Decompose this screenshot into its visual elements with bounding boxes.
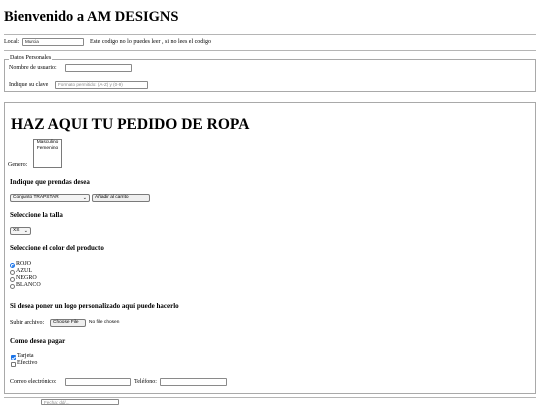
page-title: Bienvenido a AM DESIGNS bbox=[4, 9, 179, 25]
no-file-text: No file chosen bbox=[89, 320, 120, 325]
personal-data-legend: Datos Personales bbox=[9, 55, 53, 61]
color-radio-negro[interactable] bbox=[10, 277, 15, 282]
color-heading: Seleccione el color del producto bbox=[10, 244, 104, 252]
add-to-cart-button[interactable]: Añadir al carrito bbox=[92, 194, 150, 202]
order-title: HAZ AQUI TU PEDIDO DE ROPA bbox=[11, 116, 250, 133]
size-select-value: XS bbox=[13, 228, 20, 233]
phone-input[interactable] bbox=[160, 378, 227, 386]
color-label-negro: NEGRO bbox=[16, 275, 37, 281]
date-input[interactable]: Fecha: dd/... bbox=[41, 399, 119, 405]
size-heading: Seleccione la talla bbox=[10, 211, 63, 219]
username-label: Nombre de usuario: bbox=[9, 65, 57, 71]
local-note: Este codigo no lo puedes leer , si no le… bbox=[90, 39, 211, 45]
gender-option-female[interactable]: Femenino bbox=[34, 146, 61, 152]
chevron-down-icon: ⌄ bbox=[82, 195, 87, 201]
footer-divider bbox=[4, 397, 536, 398]
local-label: Local: bbox=[4, 39, 20, 45]
payment-heading: Como desea pagar bbox=[10, 337, 66, 345]
email-input[interactable] bbox=[65, 378, 131, 386]
gender-label: Genero: bbox=[8, 162, 28, 168]
email-label: Correo electrónico: bbox=[10, 379, 57, 385]
size-select[interactable]: XS ⌄ bbox=[10, 227, 31, 235]
payment-checkbox-efectivo[interactable] bbox=[11, 362, 16, 367]
logo-heading: Si desea poner un logo personalizado aqu… bbox=[10, 302, 179, 310]
payment-label-efectivo: Efectivo bbox=[17, 360, 38, 366]
color-label-rojo: ROJO bbox=[16, 261, 32, 267]
gender-listbox[interactable]: Masculino Femenino bbox=[33, 139, 62, 168]
garment-select-value: Conjunto TRAPSTAR bbox=[13, 195, 59, 200]
color-radio-rojo[interactable] bbox=[10, 263, 15, 268]
color-radio-blanco[interactable] bbox=[10, 284, 15, 289]
username-input[interactable] bbox=[65, 64, 132, 72]
choose-file-button[interactable]: Choose File bbox=[50, 319, 86, 327]
chevron-down-icon: ⌄ bbox=[23, 228, 28, 234]
color-label-blanco: BLANCO bbox=[16, 282, 41, 288]
phone-label: Teléfono: bbox=[134, 379, 157, 385]
color-radio-azul[interactable] bbox=[10, 270, 15, 275]
local-input[interactable]: Murcia bbox=[22, 38, 84, 46]
upload-label: Subir archivo: bbox=[10, 320, 45, 326]
payment-checkbox-tarjeta[interactable] bbox=[11, 355, 16, 360]
color-label-azul: AZUL bbox=[16, 268, 32, 274]
payment-label-tarjeta: Tarjeta bbox=[17, 353, 34, 359]
local-divider bbox=[4, 50, 536, 51]
garment-select[interactable]: Conjunto TRAPSTAR ⌄ bbox=[10, 194, 90, 202]
top-divider bbox=[4, 34, 536, 35]
password-input[interactable]: Formato permitido: (A-Z) y (0-9) bbox=[55, 81, 148, 89]
garments-heading: Indique que prendas desea bbox=[10, 178, 90, 186]
password-label: Indique su clave bbox=[9, 82, 49, 88]
